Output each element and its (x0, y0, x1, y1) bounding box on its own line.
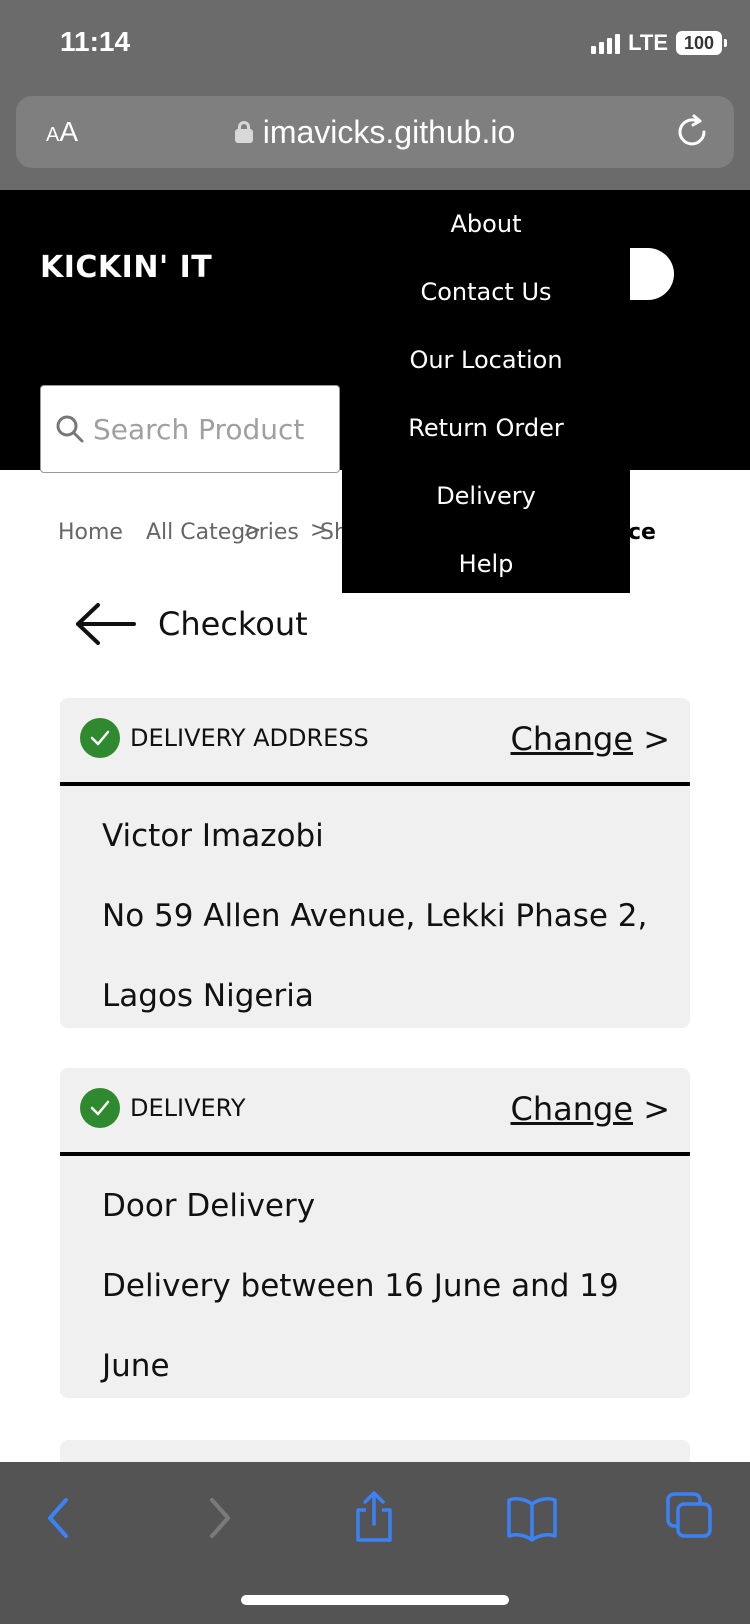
search-box (40, 385, 340, 473)
status-time: 11:14 (60, 26, 131, 57)
reload-icon[interactable] (674, 114, 710, 150)
lock-icon (234, 121, 253, 143)
change-chevron: > (643, 720, 670, 758)
breadcrumb-current-partial: ce (628, 520, 656, 545)
address-line-1: No 59 Allen Avenue, Lekki Phase 2, (102, 898, 648, 934)
card-header: DELIVERY Change > (60, 1068, 690, 1156)
menu-item-help[interactable]: Help (342, 530, 630, 598)
delivery-type: Door Delivery (102, 1188, 316, 1224)
bookmarks-icon[interactable] (506, 1494, 558, 1542)
card-title: DELIVERY ADDRESS (130, 724, 369, 752)
chevron-left-icon[interactable] (42, 1494, 74, 1542)
search-icon (56, 415, 84, 443)
share-icon[interactable] (352, 1490, 396, 1544)
delivery-address-card: DELIVERY ADDRESS Change > Victor Imazobi… (60, 698, 690, 1028)
back-arrow-icon[interactable] (74, 602, 138, 646)
menu-item-our-location[interactable]: Our Location (342, 326, 630, 394)
breadcrumb-all-categories[interactable]: All Categories (146, 520, 299, 545)
checkout-header: Checkout (74, 602, 308, 646)
home-indicator (241, 1595, 509, 1605)
network-type: LTE (628, 30, 668, 55)
change-chevron: > (643, 1090, 670, 1128)
battery-icon: 100 (676, 31, 727, 55)
change-link-label: Change (510, 1090, 634, 1128)
brand-logo[interactable]: KICKIN' IT (40, 250, 212, 285)
delivery-window-end: June (102, 1348, 170, 1384)
menu-item-about[interactable]: About (342, 190, 630, 258)
change-address-button[interactable]: Change > (511, 720, 671, 758)
status-bar: 11:14 LTE 100 AA imavicks.github.io (0, 0, 750, 190)
change-link-label: Change (510, 720, 634, 758)
url-bar[interactable]: AA imavicks.github.io (16, 96, 734, 168)
signal-icon (591, 32, 621, 54)
menu-item-contact-us[interactable]: Contact Us (342, 258, 630, 326)
address-display[interactable]: imavicks.github.io (16, 96, 734, 168)
card-header: DELIVERY ADDRESS Change > (60, 698, 690, 786)
breadcrumb-separator: > (243, 520, 262, 543)
status-indicators: LTE 100 (591, 30, 727, 56)
card-body: Victor Imazobi No 59 Allen Avenue, Lekki… (60, 786, 690, 1028)
recipient-name: Victor Imazobi (102, 818, 324, 854)
menu-item-return-order[interactable]: Return Order (342, 394, 630, 462)
nav-dropdown-menu: About Contact Us Our Location Return Ord… (342, 190, 630, 593)
check-icon (80, 718, 120, 758)
delivery-method-card: DELIVERY Change > Door Delivery Delivery… (60, 1068, 690, 1398)
check-icon (80, 1088, 120, 1128)
address-line-2: Lagos Nigeria (102, 978, 314, 1014)
menu-item-delivery[interactable]: Delivery (342, 462, 630, 530)
tabs-icon[interactable] (664, 1490, 714, 1540)
card-body: Door Delivery Delivery between 16 June a… (60, 1156, 690, 1398)
page-title: Checkout (158, 605, 308, 643)
delivery-window: Delivery between 16 June and 19 (102, 1268, 619, 1304)
change-delivery-button[interactable]: Change > (511, 1090, 671, 1128)
search-input[interactable] (93, 404, 333, 454)
card-title: DELIVERY (130, 1094, 246, 1122)
breadcrumb-home[interactable]: Home (58, 520, 123, 545)
chevron-right-icon[interactable] (204, 1494, 236, 1542)
url-text: imavicks.github.io (262, 113, 516, 150)
